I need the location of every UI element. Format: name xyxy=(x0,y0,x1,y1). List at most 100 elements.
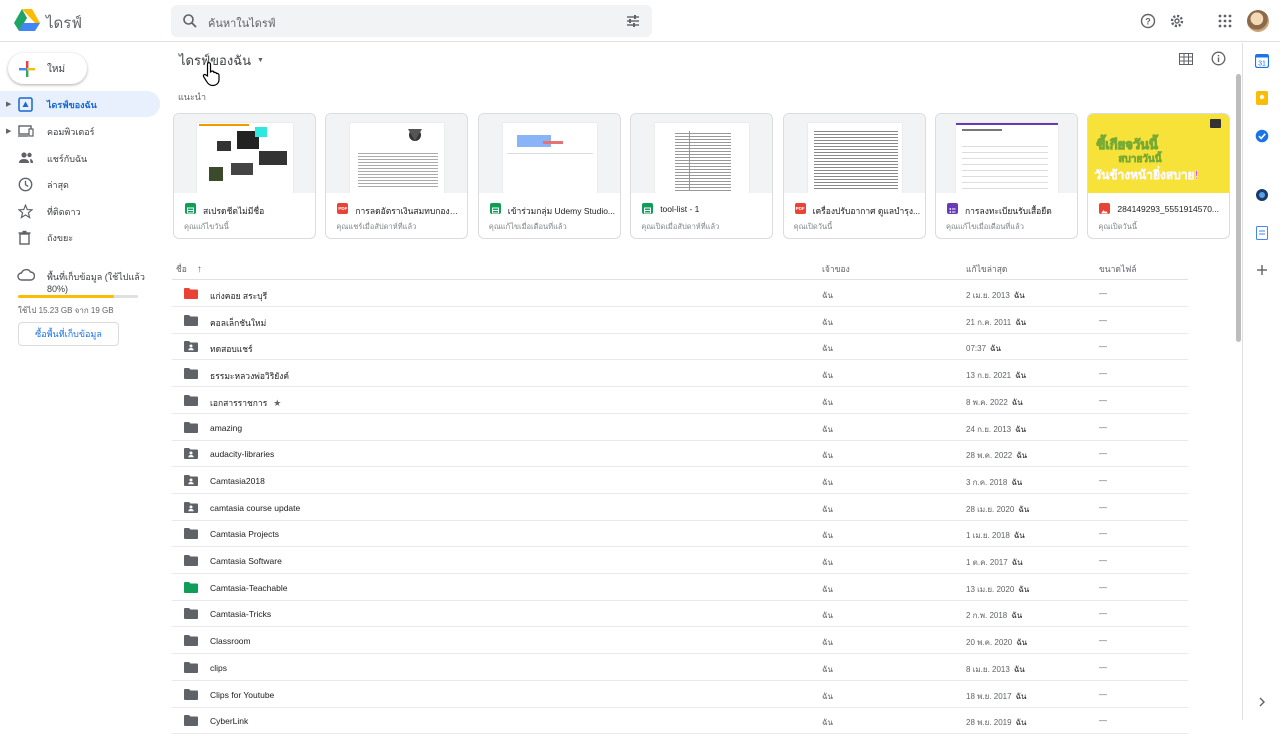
scrollbar[interactable] xyxy=(1236,74,1241,342)
sidebar-item-star[interactable]: ที่ติดดาว xyxy=(0,198,160,224)
suggested-file-card[interactable]: ขี้เกียจวันนี้ สบายวันนี้ วันข้างหน้ายิ่งส… xyxy=(1087,113,1231,239)
file-modified: 13 เม.ย. 2020 ฉัน xyxy=(966,583,1029,596)
calendar-icon[interactable]: 31 xyxy=(1255,54,1269,68)
suggested-file-card[interactable]: เข้าร่วมกลุ่ม Udemy Studio... คุณแก้ไขเมื… xyxy=(477,113,621,239)
file-size: — xyxy=(1099,556,1107,565)
file-name-text: คอลเล็กชันใหม่ xyxy=(210,317,267,328)
file-row[interactable]: camtasia course update ฉัน 28 เม.ย. 2020 ฉั… xyxy=(172,494,1188,521)
file-size: — xyxy=(1099,636,1107,646)
suggested-file-card[interactable]: สเปรดชีตไม่มีชื่อ คุณแก้ไขวันนี้ xyxy=(173,113,316,239)
app-title[interactable]: ไดรฟ์ xyxy=(46,11,82,35)
card-activity: คุณแก้ไขวันนี้ xyxy=(184,222,229,231)
suggested-file-card[interactable]: PDF การลดอัตราเงินสมทบกองทุน... คุณแชร์เมื… xyxy=(325,113,469,239)
keep-icon[interactable] xyxy=(1255,91,1269,105)
grid-view-icon[interactable] xyxy=(1179,53,1193,65)
help-icon[interactable]: ? xyxy=(1138,11,1158,31)
new-button[interactable]: ใหม่ xyxy=(8,53,87,84)
drive-logo-icon[interactable] xyxy=(14,8,40,32)
storage-progress-bar xyxy=(18,295,138,298)
column-owner-header[interactable]: เจ้าของ xyxy=(822,262,850,276)
file-thumbnail xyxy=(174,114,315,193)
sidebar-item-clock[interactable]: ล่าสุด xyxy=(0,171,160,197)
folder-icon xyxy=(184,528,198,540)
addon-icon[interactable] xyxy=(1255,188,1269,202)
file-owner: ฉัน xyxy=(822,317,833,327)
sort-up-arrow-icon[interactable]: ↑ xyxy=(197,264,202,275)
sidebar-item-shared[interactable]: แชร์กับฉัน xyxy=(0,145,160,171)
file-modified-by: ฉัน xyxy=(1018,504,1030,514)
card-file-name: เข้าร่วมกลุ่ม Udemy Studio... xyxy=(507,206,616,216)
column-name-header[interactable]: ชื่อ ↑ xyxy=(176,262,202,276)
apps-grid-icon[interactable] xyxy=(1215,11,1235,31)
file-row[interactable]: CyberLink ฉัน 28 พ.ย. 2019 ฉัน — xyxy=(172,707,1188,734)
file-name: clips xyxy=(210,663,227,673)
file-name-text: เอกสารราชการ xyxy=(210,397,268,408)
file-row[interactable]: Clips for Youtube ฉัน 18 พ.ย. 2017 ฉัน — xyxy=(172,681,1188,708)
sidebar-item-trash[interactable]: ถังขยะ xyxy=(0,224,160,250)
file-row[interactable]: Camtasia-Tricks ฉัน 2 ก.พ. 2018 ฉัน — xyxy=(172,600,1188,628)
file-row[interactable]: แก่งคอย สระบุรี ฉัน 2 เม.ย. 2013 ฉัน — xyxy=(172,280,1188,307)
account-avatar[interactable] xyxy=(1247,10,1269,32)
buy-storage-button[interactable]: ซื้อพื้นที่เก็บข้อมูล xyxy=(18,322,119,346)
column-size-header[interactable]: ขนาดไฟล์ xyxy=(1099,262,1136,276)
file-modified: 8 เม.ย. 2013 ฉัน xyxy=(966,663,1025,676)
forms-icon xyxy=(947,203,958,214)
file-thumbnail xyxy=(936,114,1077,193)
file-name: Camtasia2018 xyxy=(210,476,265,486)
file-row[interactable]: ธรรมะหลวงพ่อวิริยังค์ ฉัน 13 ก.ย. 2021 ฉัน — xyxy=(172,360,1188,388)
card-activity: คุณเปิดวันนี้ xyxy=(793,222,833,231)
file-row[interactable]: audacity-libraries ฉัน 28 พ.ค. 2022 ฉัน — xyxy=(172,440,1188,468)
file-modified: 28 พ.ค. 2022 ฉัน xyxy=(966,449,1027,462)
suggested-file-card[interactable]: tool-list - 1 คุณเปิดเมื่อสัปดาห์ที่แล้ว xyxy=(630,113,774,239)
file-list-header: ชื่อ ↑ เจ้าของ แก้ไขล่าสุด ขนาดไฟล์ xyxy=(172,256,1188,280)
sidebar-item-my-drive[interactable]: ▶ ไดรฟ์ของฉัน xyxy=(0,91,160,117)
file-row[interactable]: amazing ฉัน 24 ก.ย. 2013 ฉัน — xyxy=(172,414,1188,441)
column-modified-header[interactable]: แก้ไขล่าสุด xyxy=(966,262,1007,276)
clock-icon xyxy=(18,177,33,192)
sidebar-item-label: ไดรฟ์ของฉัน xyxy=(47,100,97,110)
folder-icon xyxy=(184,288,198,299)
search-options-icon[interactable] xyxy=(625,13,641,29)
suggested-file-card[interactable]: PDF เครื่องปรับอากาศ ดูแลบำรุง... คุณเปิดว… xyxy=(782,113,926,239)
side-panel: 31 xyxy=(1242,43,1280,720)
file-row[interactable]: Camtasia Projects ฉัน 1 เม.ย. 2018 ฉัน — xyxy=(172,520,1188,548)
card-file-name: tool-list - 1 xyxy=(660,204,700,214)
suggested-file-card[interactable]: การลงทะเบียนรับเสื้อยืด คุณแก้ไขเมื่อเดือ… xyxy=(935,113,1078,239)
add-addon-plus-icon[interactable] xyxy=(1255,263,1269,277)
file-row[interactable]: Camtasia2018 ฉัน 3 ก.ค. 2018 ฉัน — xyxy=(172,467,1188,494)
file-thumbnail xyxy=(783,114,925,193)
file-row[interactable]: ทดสอบแชร์ ฉัน 07:37 ฉัน — xyxy=(172,333,1188,361)
sidebar-item-computer[interactable]: ▶ คอมพิวเตอร์ xyxy=(0,118,160,144)
expand-caret-icon[interactable]: ▶ xyxy=(6,127,11,135)
file-modified-date: 07:37 xyxy=(966,344,987,354)
expand-caret-icon[interactable]: ▶ xyxy=(6,100,11,108)
file-thumbnail xyxy=(478,114,620,193)
file-row[interactable]: คอลเล็กชันใหม่ ฉัน 21 ก.ค. 2011 ฉัน — xyxy=(172,307,1188,334)
addon-document-icon[interactable] xyxy=(1255,226,1269,240)
search-input[interactable]: ค้นหาในไดรฟ์ xyxy=(208,14,276,32)
folder-icon xyxy=(184,581,198,593)
sidebar-item-label: ถังขยะ xyxy=(47,233,74,243)
file-size: — xyxy=(1099,502,1107,512)
file-modified-by: ฉัน xyxy=(1016,451,1028,461)
file-owner: ฉัน xyxy=(822,664,833,674)
file-row[interactable]: Classroom ฉัน 20 พ.ค. 2020 ฉัน — xyxy=(172,627,1188,655)
file-name-text: audacity-libraries xyxy=(210,449,275,460)
file-name-text: amazing xyxy=(210,422,243,433)
file-name: Camtasia Projects xyxy=(210,529,279,539)
file-row[interactable]: เอกสารราชการ ★ ฉัน 8 พ.ค. 2022 ฉัน — xyxy=(172,387,1188,414)
expand-panel-chevron-icon[interactable] xyxy=(1255,695,1269,709)
search-bar[interactable]: ค้นหาในไดรฟ์ xyxy=(171,5,652,37)
file-row[interactable]: Camtasia-Teachable ฉัน 13 เม.ย. 2020 ฉัน — xyxy=(172,574,1188,601)
storage-label[interactable]: พื้นที่เก็บข้อมูล (ใช้ไปแล้ว 80%) xyxy=(47,270,168,294)
settings-gear-icon[interactable] xyxy=(1167,11,1187,31)
tasks-icon[interactable] xyxy=(1255,129,1269,143)
info-icon[interactable] xyxy=(1211,51,1226,66)
svg-text:31: 31 xyxy=(1258,61,1266,68)
file-row[interactable]: Camtasia Software ฉัน 1 ต.ค. 2017 ฉัน — xyxy=(172,547,1188,574)
card-activity: คุณแก้ไขเมื่อเดือนที่แล้ว xyxy=(946,222,1024,231)
file-name: คอลเล็กชันใหม่ xyxy=(210,316,266,330)
file-row[interactable]: clips ฉัน 8 เม.ย. 2013 ฉัน — xyxy=(172,654,1188,681)
file-modified-by: ฉัน xyxy=(1011,611,1023,621)
search-icon[interactable] xyxy=(182,13,198,29)
